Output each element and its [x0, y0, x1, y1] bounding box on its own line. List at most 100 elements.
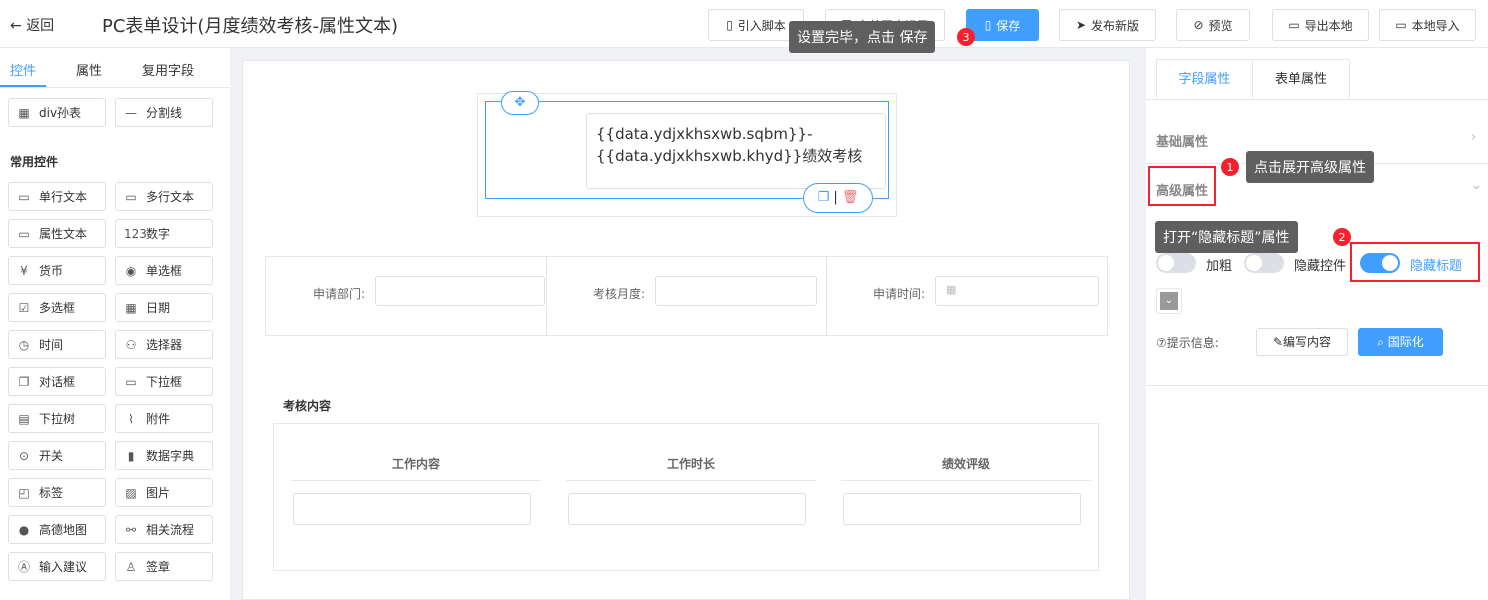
- publish-button[interactable]: ➤ 发布新版: [1059, 9, 1156, 41]
- month-input[interactable]: [655, 276, 817, 306]
- control-item[interactable]: ⌇ 附件: [115, 404, 213, 433]
- control-divider[interactable]: — 分割线: [115, 98, 213, 127]
- preview-button[interactable]: ⊘ 预览: [1176, 9, 1250, 41]
- date-input[interactable]: ▦: [935, 276, 1099, 306]
- control-item[interactable]: ❐ 对话框: [8, 367, 106, 396]
- control-label: 日期: [146, 301, 171, 315]
- left-panel: 控件 属性 复用字段 ▦ div孙表 — 分割线 常用控件 ▭ 单行文本 ▭ 多行文本 ▭ 属…: [0, 48, 230, 600]
- export-button[interactable]: ▭ 导出本地: [1272, 9, 1369, 41]
- control-item[interactable]: ⚇ 选择器: [115, 330, 213, 359]
- control-icon: Ⓐ: [17, 560, 30, 574]
- control-icon: ⚯: [125, 522, 137, 537]
- control-item[interactable]: ⚯ 相关流程: [115, 515, 213, 544]
- control-label: 数据字典: [146, 449, 195, 463]
- tooltip-advanced: 点击展开高级属性: [1246, 151, 1374, 183]
- control-label: 下拉框: [146, 375, 183, 389]
- control-item[interactable]: ▮ 数据字典: [115, 441, 213, 470]
- control-label: 标签: [39, 486, 64, 500]
- step-badge-3: 3: [957, 28, 975, 46]
- control-item[interactable]: ▭ 单行文本: [8, 182, 106, 211]
- control-label: 多行文本: [146, 190, 195, 204]
- text-line-1: {{data.ydjxkhsxwb.sqbm}}-: [596, 125, 813, 143]
- control-label: 货币: [39, 264, 64, 278]
- color-picker[interactable]: ⌄: [1160, 292, 1178, 310]
- highlight-hide-title: [1350, 242, 1480, 282]
- text-line-2: {{data.ydjxkhsxwb.khyd}}绩效考核: [596, 147, 863, 165]
- control-item[interactable]: ◰ 标签: [8, 478, 106, 507]
- toggle-hide-control-label: 隐藏控件: [1294, 259, 1347, 274]
- control-label: 时间: [39, 338, 64, 352]
- section-common: 常用控件: [10, 155, 59, 169]
- control-icon: ☑: [18, 300, 30, 315]
- move-icon[interactable]: ✥: [501, 91, 539, 115]
- control-div-subtable[interactable]: ▦ div孙表: [8, 98, 106, 127]
- control-icon: ⊙: [18, 448, 30, 463]
- toggle-bold-label: 加粗: [1206, 259, 1233, 274]
- chevron-down-icon[interactable]: ⌄: [1471, 178, 1482, 193]
- copy-icon[interactable]: ❐: [818, 190, 830, 205]
- column-input[interactable]: [293, 493, 531, 525]
- tab-properties[interactable]: 属性: [66, 48, 112, 87]
- column-input[interactable]: [568, 493, 806, 525]
- tab-form-properties[interactable]: 表单属性: [1253, 60, 1349, 99]
- control-label: 附件: [146, 412, 171, 426]
- control-item[interactable]: ▭ 下拉框: [115, 367, 213, 396]
- back-button[interactable]: ← 返回: [10, 15, 54, 35]
- control-item[interactable]: ☑ 多选框: [8, 293, 106, 322]
- control-icon: ▭: [125, 189, 137, 204]
- control-icon: ▨: [125, 485, 137, 500]
- control-item[interactable]: Ⓐ 输入建议: [8, 552, 106, 581]
- control-item[interactable]: ▨ 图片: [115, 478, 213, 507]
- column-input[interactable]: [843, 493, 1081, 525]
- control-label: 相关流程: [146, 523, 195, 537]
- control-item[interactable]: ¥ 货币: [8, 256, 106, 285]
- tab-field-properties[interactable]: 字段属性: [1157, 60, 1253, 99]
- control-item[interactable]: ◷ 时间: [8, 330, 106, 359]
- import-local-button[interactable]: ▭ 本地导入: [1379, 9, 1476, 41]
- tooltip-save: 设置完毕，点击 保存: [789, 21, 936, 53]
- control-icon: ◷: [18, 337, 30, 352]
- control-label: 多选框: [39, 301, 76, 315]
- step-badge-2: 2: [1333, 228, 1351, 246]
- control-label: 选择器: [146, 338, 183, 352]
- column-header: 工作时长: [566, 455, 816, 481]
- field-label-month: 考核月度:: [593, 287, 646, 301]
- control-item[interactable]: ▤ 下拉树: [8, 404, 106, 433]
- control-label: 输入建议: [39, 560, 88, 574]
- control-icon: ▤: [18, 411, 30, 426]
- control-label: 签章: [146, 560, 171, 574]
- control-label: 数字: [146, 227, 171, 241]
- control-label: 开关: [39, 449, 64, 463]
- control-icon: ◰: [18, 485, 30, 500]
- control-icon: ▮: [127, 448, 135, 463]
- control-item[interactable]: ◉ 单选框: [115, 256, 213, 285]
- toggle-hide-control[interactable]: [1244, 253, 1284, 273]
- control-icon: 123: [124, 226, 147, 241]
- save-button[interactable]: ▯ 保存: [966, 9, 1039, 41]
- control-item[interactable]: ♙ 签章: [115, 552, 213, 581]
- control-item[interactable]: ⊙ 开关: [8, 441, 106, 470]
- i18n-button[interactable]: ⌕ 国际化: [1358, 328, 1443, 356]
- tooltip-hide-title: 打开“隐藏标题”属性: [1155, 221, 1298, 253]
- chevron-right-icon[interactable]: ›: [1471, 130, 1476, 145]
- edit-content-button[interactable]: ✎编写内容: [1256, 328, 1348, 356]
- section-title: 考核内容: [283, 399, 332, 413]
- tab-controls[interactable]: 控件: [0, 48, 47, 87]
- column-header: 工作内容: [291, 455, 541, 481]
- delete-icon[interactable]: 🗑: [842, 190, 859, 205]
- control-item[interactable]: ▭ 属性文本: [8, 219, 106, 248]
- control-item[interactable]: ▦ 日期: [115, 293, 213, 322]
- control-item[interactable]: ▭ 多行文本: [115, 182, 213, 211]
- form-canvas: ✥ {{data.ydjxkhsxwb.sqbm}}- {{data.ydjxk…: [242, 60, 1130, 600]
- dept-input[interactable]: [375, 276, 545, 306]
- toggle-bold[interactable]: [1156, 253, 1196, 273]
- control-icon: ¥: [20, 263, 28, 278]
- basic-properties[interactable]: 基础属性: [1156, 131, 1208, 150]
- control-label: 对话框: [39, 375, 76, 389]
- control-icon: ⌇: [128, 411, 134, 426]
- highlight-advanced: [1148, 166, 1216, 206]
- control-item[interactable]: 123 数字: [115, 219, 213, 248]
- tab-reuse[interactable]: 复用字段: [132, 48, 204, 87]
- back-label: 返回: [26, 18, 55, 34]
- control-item[interactable]: ● 高德地图: [8, 515, 106, 544]
